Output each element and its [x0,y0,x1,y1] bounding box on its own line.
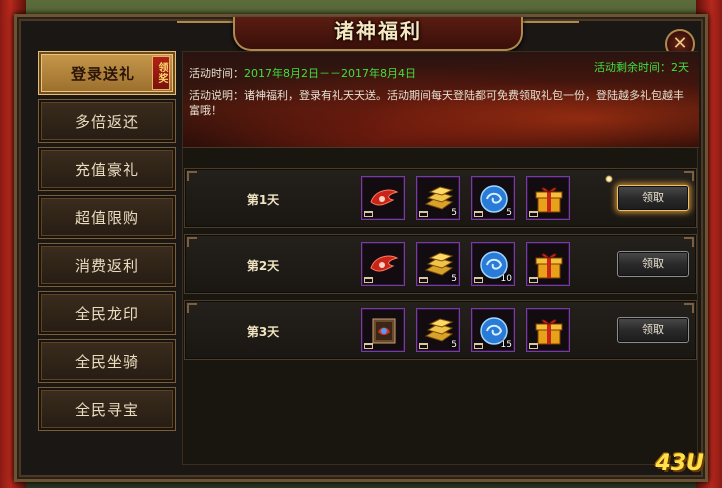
sidebar-item-recharge-gift[interactable]: 充值豪礼 [38,147,176,191]
reward-row-day-2: 第2天 5 10 领取 [184,234,697,294]
claim-button-day-1[interactable]: 领取 [617,185,689,211]
bound-item-icon [419,277,428,283]
sidebar-item-limited-purchase[interactable]: 超值限购 [38,195,176,239]
site-watermark-logo: 43U [655,451,704,476]
sidebar-item-label: 全民坐骑 [74,352,139,371]
activity-time-value: 2017年8月2日－－2017年8月4日 [244,67,416,80]
title-ornament-left [177,21,241,35]
item-quantity: 10 [500,274,512,284]
reward-slot[interactable] [526,176,570,220]
item-quantity: 5 [451,208,457,218]
reward-slot[interactable]: 5 [416,176,460,220]
bound-item-icon [529,343,538,349]
bound-item-icon [474,211,483,217]
window-title-plate: 诸神福利 [233,17,523,51]
activity-description: 活动说明：诸神福利，登录有礼天天送。活动期间每天登陆都可免费领取礼包一份，登陆越… [189,89,684,117]
sparkle-effect [605,175,613,183]
bound-item-icon [364,343,373,349]
reward-slot[interactable] [526,308,570,352]
bound-item-icon [529,211,538,217]
sidebar-item-treasure-hunt[interactable]: 全民寻宝 [38,387,176,431]
reward-slot[interactable] [361,176,405,220]
claim-button-day-2[interactable]: 领取 [617,251,689,277]
remaining-time: 活动剩余时间：2天 [594,61,689,74]
sidebar-item-login-gift[interactable]: 登录送礼 领奖 [38,51,176,95]
sidebar-item-label: 超值限购 [74,208,139,227]
item-quantity: 5 [451,340,457,350]
day-label: 第3天 [246,325,280,339]
reward-slot[interactable] [526,242,570,286]
bound-item-icon [474,343,483,349]
activity-time-label: 活动时间： [189,67,244,80]
bound-item-icon [419,211,428,217]
bound-item-icon [474,277,483,283]
bound-item-icon [364,277,373,283]
sidebar-item-label: 充值豪礼 [74,160,139,179]
sidebar-item-multiplier-return[interactable]: 多倍返还 [38,99,176,143]
reward-slot[interactable]: 10 [471,242,515,286]
sidebar-item-label: 登录送礼 [70,64,135,83]
sidebar-item-label: 全民龙印 [74,304,139,323]
bound-item-icon [364,211,373,217]
reward-row-day-3: 第3天 5 15 领取 [184,300,697,360]
title-ornament-right [515,21,579,35]
activity-banner: 活动时间：2017年8月2日－－2017年8月4日 活动剩余时间：2天 活动说明… [183,52,699,148]
sidebar-item-dragon-seal[interactable]: 全民龙印 [38,291,176,335]
sidebar-item-mount[interactable]: 全民坐骑 [38,339,176,383]
item-quantity: 15 [500,340,512,350]
bound-item-icon [529,277,538,283]
claim-reward-badge: 领奖 [152,56,170,90]
day-label: 第1天 [246,193,280,207]
reward-slot[interactable]: 5 [471,176,515,220]
reward-row-day-1: 第1天 5 5 领取 [184,168,697,228]
item-quantity: 5 [506,208,512,218]
reward-slot[interactable] [361,242,405,286]
sidebar-item-spending-rebate[interactable]: 消费返利 [38,243,176,287]
claim-button-day-3[interactable]: 领取 [617,317,689,343]
reward-slot[interactable]: 5 [416,308,460,352]
reward-slot[interactable]: 15 [471,308,515,352]
sidebar-item-label: 消费返利 [74,256,139,275]
activity-sidebar: 登录送礼 领奖 多倍返还 充值豪礼 超值限购 消费返利 全民龙印 全民坐骑 全民… [38,51,176,463]
window-title: 诸神福利 [334,19,422,43]
sidebar-item-label: 多倍返还 [74,112,139,131]
sidebar-item-label: 全民寻宝 [74,400,139,419]
item-quantity: 5 [451,274,457,284]
activity-time: 活动时间：2017年8月2日－－2017年8月4日 [189,65,416,81]
reward-slot[interactable]: 5 [416,242,460,286]
reward-slot[interactable] [361,308,405,352]
bound-item-icon [419,343,428,349]
day-label: 第2天 [246,259,280,273]
welfare-window: 诸神福利 ✕ 登录送礼 领奖 多倍返还 充值豪礼 超值限购 消费返利 全民龙印 … [14,14,708,482]
activity-content: 活动时间：2017年8月2日－－2017年8月4日 活动剩余时间：2天 活动说明… [182,51,699,465]
